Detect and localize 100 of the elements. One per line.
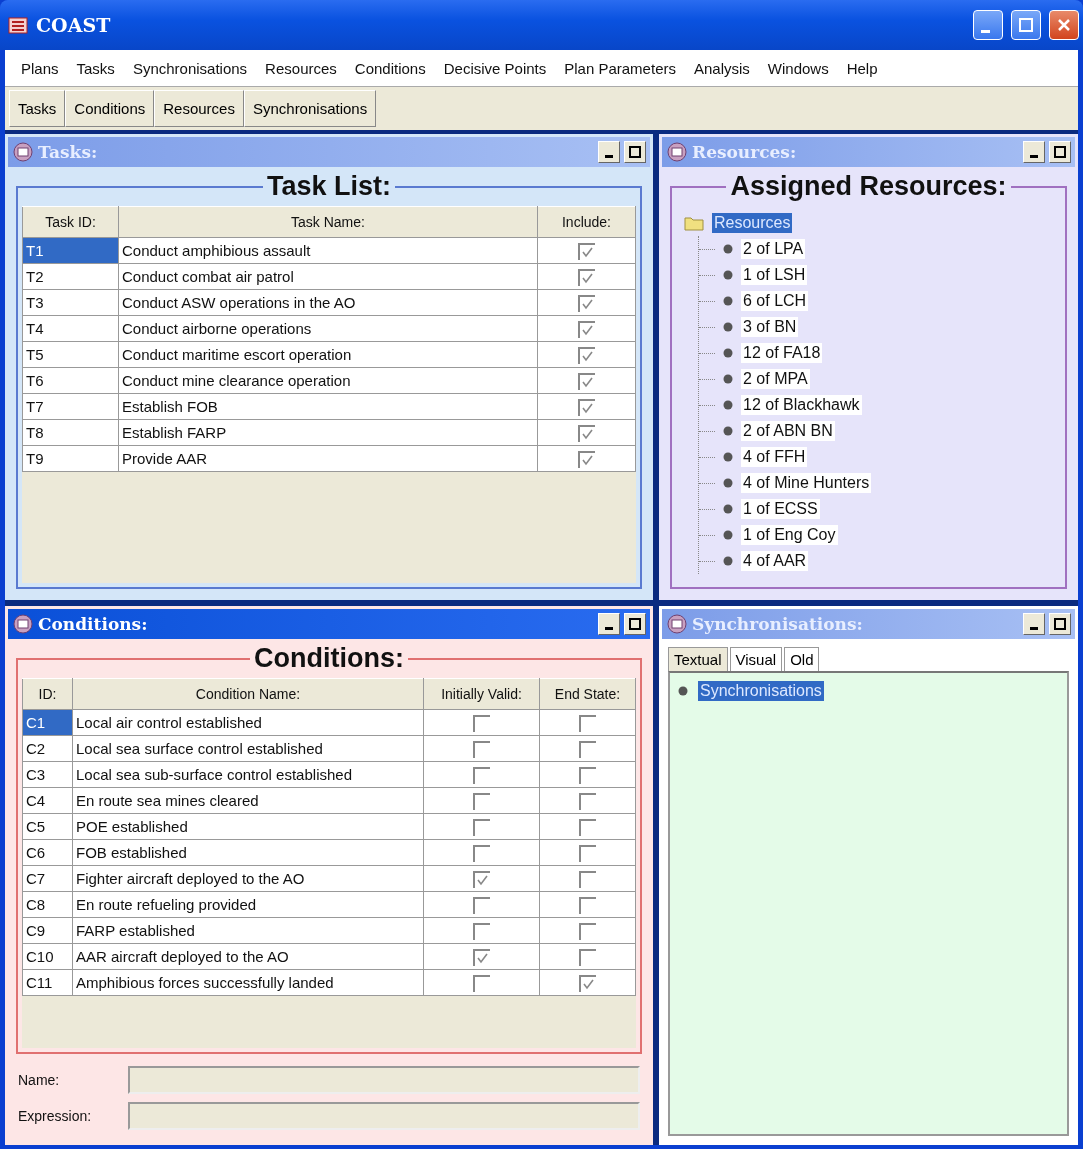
checkbox[interactable] [579,844,596,862]
column-header[interactable]: Initially Valid: [423,678,540,710]
menu-item[interactable]: Synchronisations [124,57,256,79]
checkbox[interactable] [473,766,490,784]
tree-node[interactable]: 2 of LPA [741,239,806,259]
table-cell[interactable]: C6 [22,839,73,866]
tree-node[interactable]: 12 of Blackhawk [741,395,862,415]
checkbox[interactable] [578,450,595,468]
close-button[interactable] [1049,10,1079,40]
table-cell[interactable]: C7 [22,865,73,892]
menu-item[interactable]: Analysis [685,57,758,79]
toolbar-button[interactable]: Tasks [9,90,66,127]
checkbox[interactable] [578,320,595,338]
checkbox[interactable] [473,792,490,810]
menu-item[interactable]: Decisive Points [435,57,555,79]
maximize-button[interactable] [1049,141,1071,163]
table-cell[interactable]: C10 [22,943,73,970]
minimize-button[interactable] [598,141,620,163]
column-header[interactable]: Include: [537,206,636,238]
tree-node[interactable]: 1 of LSH [741,265,808,285]
tree-node[interactable]: Resources [712,213,793,233]
checkbox[interactable] [579,870,596,888]
tree-node[interactable]: 2 of MPA [741,369,810,389]
table-cell[interactable]: C9 [22,917,73,944]
checkbox[interactable] [473,740,490,758]
tree-node[interactable]: 3 of BN [741,317,799,337]
column-header[interactable]: Condition Name: [72,678,424,710]
checkbox[interactable] [578,424,595,442]
tree-node[interactable]: 4 of FFH [741,447,808,467]
menu-item[interactable]: Plan Parameters [556,57,684,79]
checkbox[interactable] [579,792,596,810]
table-cell[interactable]: C11 [22,969,73,996]
tab[interactable]: Textual [668,647,728,671]
checkbox[interactable] [578,294,595,312]
toolbar-button[interactable]: Synchronisations [243,90,377,127]
toolbar-button[interactable]: Conditions [65,90,155,127]
maximize-button[interactable] [624,141,646,163]
checkbox[interactable] [473,922,490,940]
checkbox[interactable] [579,974,596,992]
minimize-button[interactable] [598,613,620,635]
tree-node[interactable]: 1 of Eng Coy [741,525,838,545]
column-header[interactable]: Task ID: [22,206,119,238]
menu-item[interactable]: Conditions [346,57,434,79]
checkbox[interactable] [473,896,490,914]
table-cell[interactable]: T9 [22,445,119,472]
menu-item[interactable]: Resources [257,57,345,79]
column-header[interactable]: ID: [22,678,73,710]
input-field[interactable] [128,1066,640,1094]
checkbox[interactable] [473,714,490,732]
table-cell[interactable]: C2 [22,735,73,762]
checkbox[interactable] [579,818,596,836]
table-cell[interactable]: T2 [22,263,119,290]
checkbox[interactable] [579,922,596,940]
tab[interactable]: Old [784,647,820,671]
table-cell[interactable]: T8 [22,419,119,446]
menu-item[interactable]: Tasks [68,57,123,79]
tree-node[interactable]: 1 of ECSS [741,499,820,519]
checkbox[interactable] [473,870,490,888]
checkbox[interactable] [579,766,596,784]
checkbox[interactable] [473,844,490,862]
tree-node[interactable]: 4 of AAR [741,551,809,571]
tree-node[interactable]: 2 of ABN BN [741,421,835,441]
menu-item[interactable]: Windows [759,57,837,79]
checkbox[interactable] [579,714,596,732]
table-cell[interactable]: T7 [22,393,119,420]
column-header[interactable]: End State: [539,678,636,710]
table-cell[interactable]: C5 [22,813,73,840]
checkbox[interactable] [473,948,490,966]
checkbox[interactable] [578,268,595,286]
menu-item[interactable]: Help [838,57,886,79]
tree-node[interactable]: 6 of LCH [741,291,809,311]
checkbox[interactable] [579,896,596,914]
checkbox[interactable] [578,372,595,390]
minimize-button[interactable] [1023,141,1045,163]
maximize-button[interactable] [1049,613,1071,635]
minimize-button[interactable] [1023,613,1045,635]
tree-node[interactable]: 4 of Mine Hunters [741,473,872,493]
checkbox[interactable] [473,818,490,836]
table-cell[interactable]: T6 [22,367,119,394]
input-field[interactable] [128,1102,640,1130]
checkbox[interactable] [579,740,596,758]
checkbox[interactable] [578,346,595,364]
table-cell[interactable]: T5 [22,341,119,368]
table-cell[interactable]: C3 [22,761,73,788]
table-cell[interactable]: T1 [22,237,119,264]
table-cell[interactable]: C1 [22,709,73,736]
column-header[interactable]: Task Name: [118,206,538,238]
table-cell[interactable]: C4 [22,787,73,814]
tree-node[interactable]: 12 of FA18 [741,343,823,363]
checkbox[interactable] [579,948,596,966]
checkbox[interactable] [473,974,490,992]
maximize-button[interactable] [624,613,646,635]
table-cell[interactable]: T4 [22,315,119,342]
checkbox[interactable] [578,398,595,416]
tab[interactable]: Visual [729,647,783,671]
checkbox[interactable] [578,242,595,260]
table-cell[interactable]: C8 [22,891,73,918]
toolbar-button[interactable]: Resources [154,90,244,127]
tree-node[interactable]: Synchronisations [698,681,824,701]
table-cell[interactable]: T3 [22,289,119,316]
